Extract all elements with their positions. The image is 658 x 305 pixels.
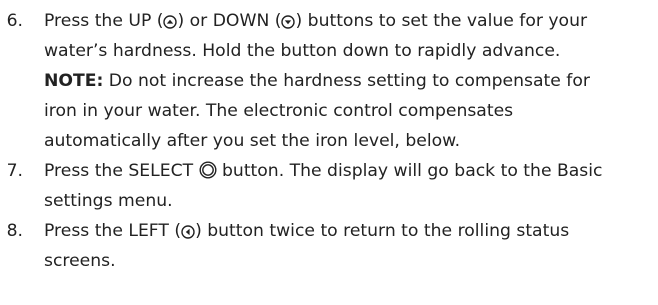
step-6-line-1: Press the UP () or DOWN () buttons to se… bbox=[44, 11, 588, 31]
up-button-icon bbox=[163, 15, 178, 29]
step-6-note: NOTE: Do not increase the hardness setti… bbox=[44, 71, 590, 91]
step-8: 8. Press the LEFT () button twice to ret… bbox=[0, 216, 658, 276]
step-number: 6. bbox=[6, 11, 23, 31]
step-7-line-2: settings menu. bbox=[44, 191, 173, 211]
note-label: NOTE: bbox=[44, 71, 104, 91]
step-number: 8. bbox=[6, 221, 23, 241]
step-6: 6. Press the UP () or DOWN () buttons to… bbox=[0, 6, 658, 156]
step-6-line-5: automatically after you set the iron lev… bbox=[44, 131, 461, 151]
step-6-line-4: iron in your water. The electronic contr… bbox=[44, 101, 514, 121]
select-button-icon bbox=[199, 161, 217, 179]
step-8-line-1: Press the LEFT () button twice to return… bbox=[44, 221, 570, 241]
step-7-line-1: Press the SELECT button. The display wil… bbox=[44, 161, 603, 181]
left-button-icon bbox=[181, 225, 195, 239]
down-button-icon bbox=[281, 15, 296, 29]
step-6-line-2: water’s hardness. Hold the button down t… bbox=[44, 41, 561, 61]
step-7: 7. Press the SELECT button. The display … bbox=[0, 156, 658, 216]
instruction-steps: 6. Press the UP () or DOWN () buttons to… bbox=[0, 0, 658, 276]
step-8-line-2: screens. bbox=[44, 251, 116, 271]
step-number: 7. bbox=[6, 161, 23, 181]
